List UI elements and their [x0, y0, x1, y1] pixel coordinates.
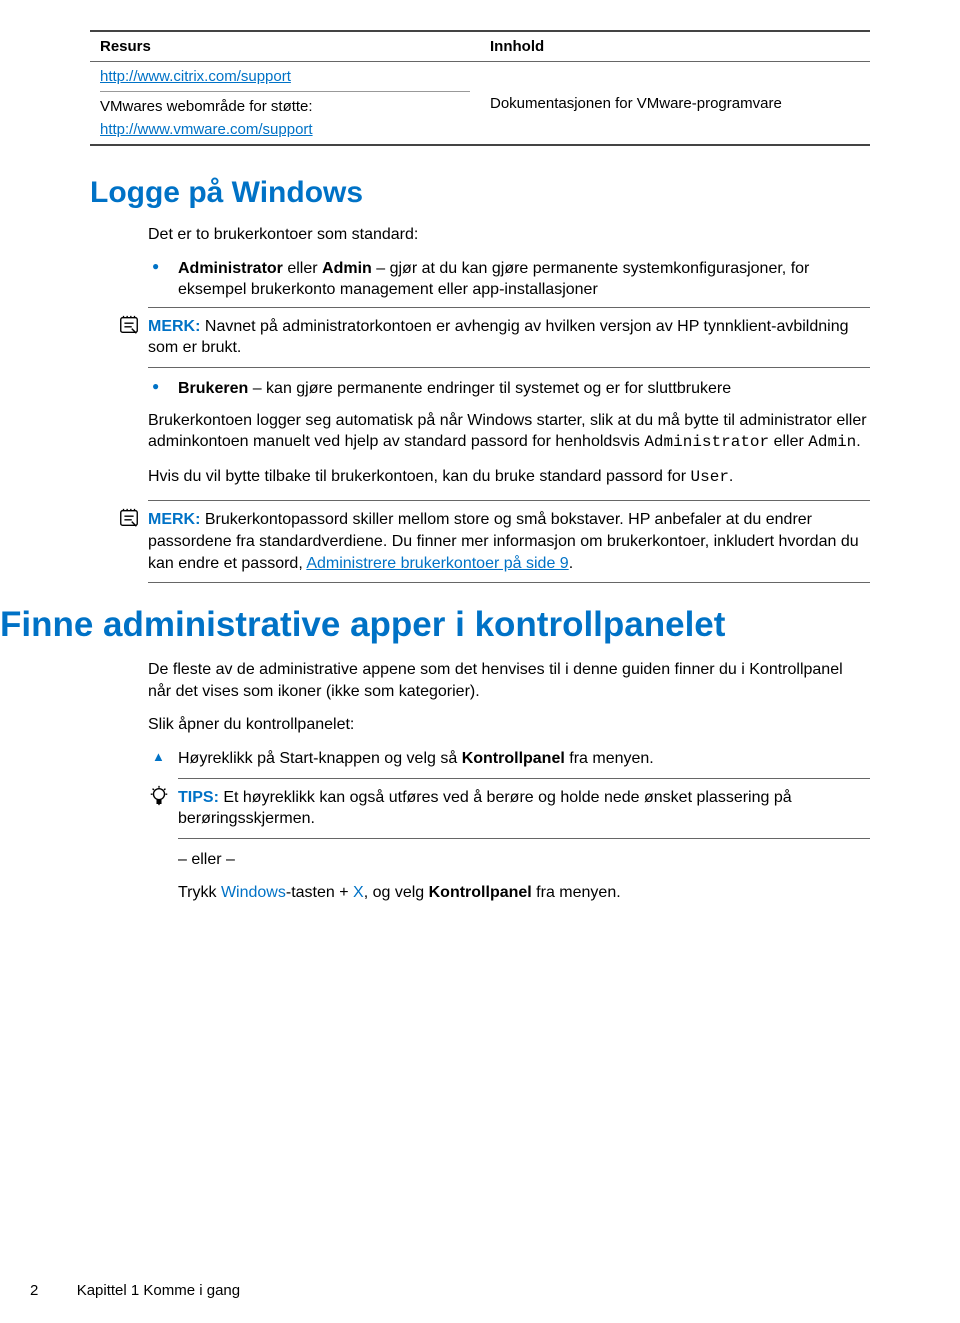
bold-text: Admin [322, 260, 372, 277]
text: fra menyen. [565, 750, 654, 767]
bold-text: Kontrollpanel [429, 884, 532, 901]
text: fra menyen. [532, 884, 621, 901]
text: Trykk [178, 884, 221, 901]
text: Høyreklikk på Start-knappen og velg så [178, 750, 462, 767]
paragraph: De fleste av de administrative appene so… [148, 659, 870, 702]
note-box: MERK: Brukerkontopassord skiller mellom … [148, 500, 870, 583]
table-header-resurs: Resurs [90, 31, 480, 62]
note-icon [118, 507, 140, 529]
text: eller [283, 260, 322, 277]
link-administrere-brukerkontoer[interactable]: Administrere brukerkontoer på side 9 [306, 555, 568, 572]
text: -tasten + [286, 884, 353, 901]
code-text: User [691, 468, 729, 486]
table-text: VMwares webområde for støtte: [100, 98, 313, 115]
heading-finne-administrative-apper: Finne administrative apper i kontrollpan… [0, 605, 870, 645]
key-text: X [353, 884, 364, 901]
page-number: 2 [30, 1282, 38, 1299]
text: , og velg [364, 884, 429, 901]
text: . [729, 468, 733, 485]
note-label: MERK: [148, 318, 200, 335]
tip-icon [148, 785, 170, 807]
table-text: Dokumentasjonen for VMware-programvare [490, 95, 782, 112]
text: – kan gjøre permanente endringer til sys… [248, 380, 731, 397]
text: Hvis du vil bytte tilbake til brukerkont… [148, 468, 691, 485]
bullet-brukeren: Brukeren – kan gjøre permanente endringe… [148, 378, 870, 400]
text: . [856, 433, 860, 450]
text: eller [769, 433, 808, 450]
code-text: Admin [808, 433, 856, 451]
link-citrix-support[interactable]: http://www.citrix.com/support [100, 68, 291, 85]
paragraph: Brukerkontoen logger seg automatisk på n… [148, 410, 870, 454]
paragraph: Trykk Windows-tasten + X, og velg Kontro… [178, 882, 870, 904]
key-text: Windows [221, 884, 286, 901]
code-text: Administrator [644, 433, 769, 451]
tip-text: Et høyreklikk kan også utføres ved å ber… [178, 789, 792, 828]
page-footer: 2 Kapittel 1 Komme i gang [30, 1282, 240, 1299]
intro-text: Det er to brukerkontoer som standard: [148, 224, 870, 246]
link-vmware-support[interactable]: http://www.vmware.com/support [100, 121, 313, 138]
table-cell: Dokumentasjonen for VMware-programvare [480, 62, 870, 146]
bold-text: Administrator [178, 260, 283, 277]
resource-table: Resurs Innhold http://www.citrix.com/sup… [90, 30, 870, 146]
bold-text: Kontrollpanel [462, 750, 565, 767]
bullet-administrator: Administrator eller Admin – gjør at du k… [148, 258, 870, 368]
note-icon [118, 314, 140, 336]
note-text: Navnet på administratorkontoen er avheng… [148, 318, 849, 357]
bold-text: Brukeren [178, 380, 248, 397]
or-separator: – eller – [178, 849, 870, 871]
chapter-label: Kapittel 1 Komme i gang [77, 1282, 240, 1299]
paragraph: Hvis du vil bytte tilbake til brukerkont… [148, 466, 870, 489]
table-cell: http://www.citrix.com/support VMwares we… [90, 62, 480, 146]
note-label: MERK: [148, 511, 200, 528]
paragraph: Slik åpner du kontrollpanelet: [148, 714, 870, 736]
table-header-innhold: Innhold [480, 31, 870, 62]
section-body: Det er to brukerkontoer som standard: Ad… [90, 224, 870, 583]
document-page: Resurs Innhold http://www.citrix.com/sup… [0, 0, 960, 1323]
tip-label: TIPS: [178, 789, 219, 806]
text: . [569, 555, 573, 572]
step-item: Høyreklikk på Start-knappen og velg så K… [148, 748, 870, 904]
section-body: De fleste av de administrative appene so… [90, 659, 870, 904]
heading-logge-pa-windows: Logge på Windows [90, 176, 870, 210]
tip-box: TIPS: Et høyreklikk kan også utføres ved… [178, 778, 870, 839]
note-box: MERK: Navnet på administratorkontoen er … [148, 307, 870, 368]
